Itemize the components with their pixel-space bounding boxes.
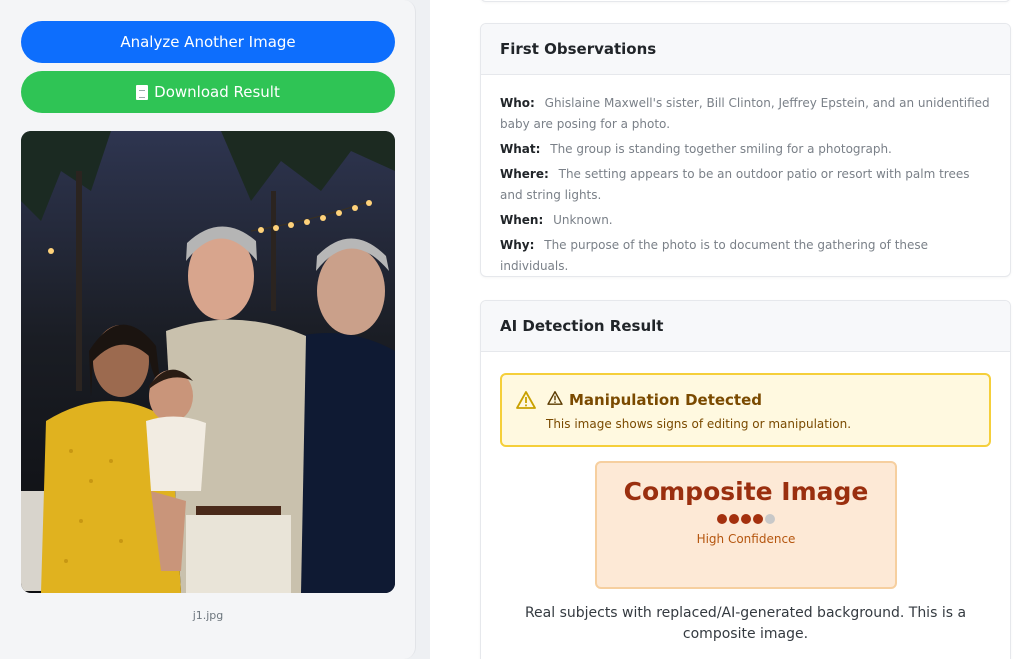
image-filename: j1.jpg [192,609,224,622]
warning-icon [516,391,536,413]
download-button-label: Download Result [154,83,280,101]
confidence-label: High Confidence [696,532,796,546]
alert-text: This image shows signs of editing or man… [546,417,852,431]
ai-detection-title: AI Detection Result [481,301,1010,352]
previous-card-stub [480,0,1011,2]
warning-icon [547,391,563,409]
result-label: Composite Image [623,477,869,506]
alert-title: Manipulation Detected [547,391,762,409]
alert-title-text: Manipulation Detected [569,391,763,409]
document-icon [136,84,149,100]
confidence-dots [597,514,895,524]
result-description: Real subjects with replaced/AI-generated… [524,605,967,642]
observation-who: Who: Ghislaine Maxwell's sister, Bill Cl… [500,96,990,131]
confidence-dot [717,514,727,524]
confidence-dot [741,514,751,524]
first-observations-title: First Observations [481,24,1010,75]
observation-when: When: Unknown. [500,213,613,227]
ai-detection-card: AI Detection Result Manipulation Detecte… [480,300,1011,659]
confidence-dot [753,514,763,524]
confidence-dot [765,514,775,524]
first-observations-card: First Observations Who: Ghislaine Maxwel… [480,23,1011,277]
left-panel: Analyze Another Image Download Result j1… [0,0,416,659]
analyze-button-label: Analyze Another Image [120,33,296,51]
manipulation-alert: Manipulation Detected This image shows s… [500,373,991,447]
uploaded-photo [21,131,395,593]
download-result-button[interactable]: Download Result [21,71,395,113]
observations-list: Who: Ghislaine Maxwell's sister, Bill Cl… [481,75,1010,276]
analyze-another-button[interactable]: Analyze Another Image [21,21,395,63]
observation-why: Why: The purpose of the photo is to docu… [500,238,929,273]
observation-where: Where: The setting appears to be an outd… [500,167,970,202]
confidence-dot [729,514,739,524]
observation-what: What: The group is standing together smi… [500,142,892,156]
result-box: Composite Image High Confidence [595,461,897,589]
